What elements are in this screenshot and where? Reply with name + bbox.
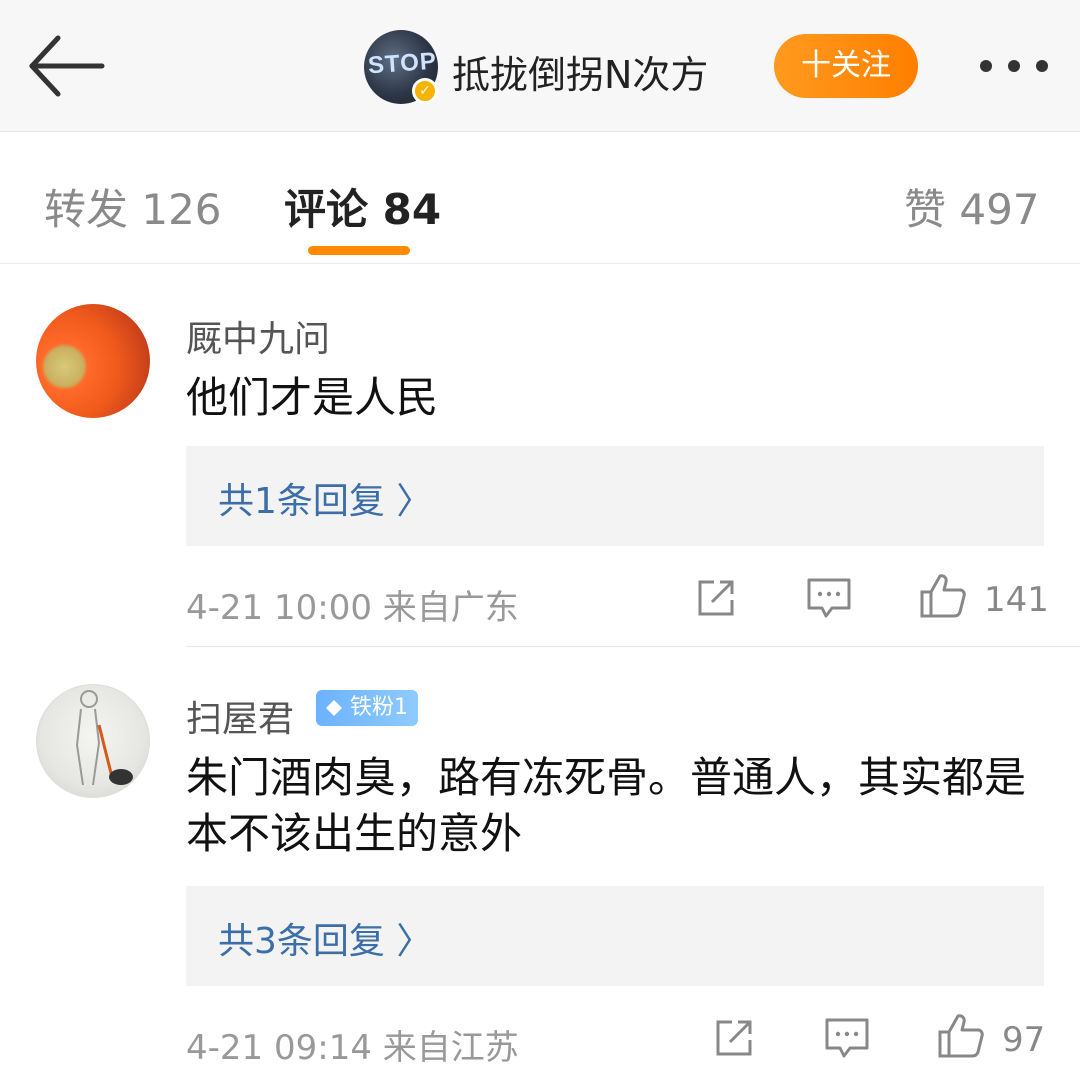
verified-badge-icon: ✓ [412, 78, 438, 104]
comment-text: 他们才是人民 [186, 373, 439, 422]
avatar[interactable] [36, 684, 150, 798]
tab-likes[interactable]: 赞 497 [904, 176, 1040, 237]
divider [186, 646, 1080, 647]
avatar-stop-text: STOP [367, 47, 438, 80]
reply-button[interactable] [824, 1016, 870, 1064]
tab-comments[interactable]: 评论 84 [284, 176, 441, 237]
comment-icon [825, 1018, 869, 1058]
follow-button[interactable]: 十关注 [774, 34, 918, 98]
like-button[interactable] [918, 572, 968, 624]
share-button[interactable] [712, 1016, 756, 1064]
fan-badge[interactable]: 铁粉1 [316, 690, 418, 726]
replies-count-label: 共3条回复 〉 [218, 921, 433, 962]
comment-username[interactable]: 扫屋君 [186, 690, 294, 742]
more-dot-icon [980, 60, 992, 72]
comment-username[interactable]: 厩中九问 [186, 310, 330, 362]
back-button[interactable] [24, 30, 108, 102]
avatar[interactable] [36, 304, 150, 418]
thumbs-up-icon [938, 1014, 984, 1058]
like-button[interactable] [936, 1012, 986, 1064]
author-name[interactable]: 抵拢倒拐N次方 [452, 44, 708, 99]
tab-reposts[interactable]: 转发 126 [44, 176, 222, 237]
active-tab-indicator [308, 246, 410, 255]
arrow-left-icon [29, 35, 105, 97]
like-count: 97 [1002, 1020, 1046, 1060]
top-bar: STOP ✓ 抵拢倒拐N次方 十关注 [0, 0, 1080, 132]
diamond-icon [326, 700, 342, 716]
more-options-button[interactable] [974, 46, 1054, 86]
share-button[interactable] [694, 576, 738, 624]
replies-count-label: 共1条回复 〉 [218, 481, 433, 522]
share-icon [716, 1020, 752, 1056]
tab-bar: 转发 126 评论 84 赞 497 [0, 132, 1080, 264]
avatar-sweeper-figure [75, 690, 133, 786]
comment-icon [807, 578, 851, 618]
fan-badge-label: 铁粉1 [350, 695, 408, 720]
more-dot-icon [1036, 60, 1048, 72]
thumbs-up-icon [920, 574, 966, 618]
view-replies-button[interactable]: 共3条回复 〉 [186, 886, 1044, 986]
view-replies-button[interactable]: 共1条回复 〉 [186, 446, 1044, 546]
more-dot-icon [1008, 60, 1020, 72]
like-count: 141 [984, 580, 1049, 620]
comment-meta: 4-21 09:14 来自江苏 [186, 1028, 519, 1068]
reply-button[interactable] [806, 576, 852, 624]
share-icon [698, 580, 734, 616]
comment-meta: 4-21 10:00 来自广东 [186, 588, 519, 628]
comment-text: 朱门酒肉臭，路有冻死骨。普通人，其实都是本不该出生的意外 [186, 753, 1027, 858]
